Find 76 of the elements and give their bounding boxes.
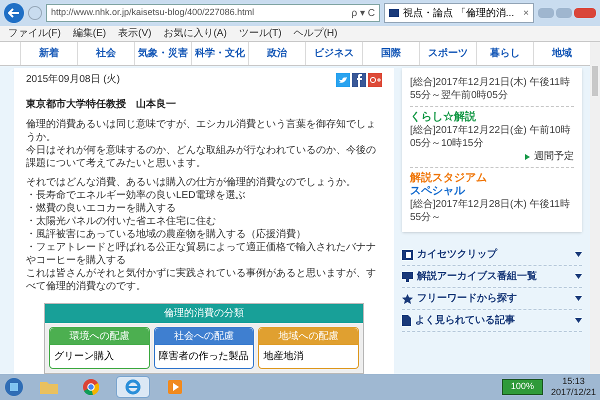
sidebar-menu-item[interactable]: フリーワードから探す [402,288,582,310]
diagram-item: 地産地消 [262,350,304,364]
monitor-icon [402,272,413,282]
maximize-button[interactable] [556,8,572,18]
scrollbar[interactable] [590,42,600,374]
nav-link[interactable]: 暮らし [476,42,533,65]
start-button[interactable] [4,377,24,397]
caret-down-icon [575,296,582,301]
sidebar-menu-item[interactable]: カイセツクリップ [402,244,582,266]
diagram-heading: 社会への配慮 [154,328,254,345]
article-text: ・フェアトレードと呼ばれる公正な貿易によって適正価格で輸入されたバナナやコーヒーを購入する [26,241,377,267]
article-text: 今日はそれが何を意味するのか、どんな取組みが行なわれているのか、今後の課題について考えてみたいと思います。 [26,144,377,170]
caret-down-icon [575,252,582,257]
program-subtitle[interactable]: スペシャル [410,185,574,198]
nav-link[interactable]: 国際 [362,42,419,65]
back-button[interactable] [4,3,24,23]
menu-item[interactable]: お気に入り(A) [163,26,227,41]
forward-button[interactable] [28,6,42,20]
article-text: それではどんな消費、あるいは購入の仕方が倫理的消費なのでしょうか。 [26,176,357,189]
menu-item[interactable]: 編集(E) [72,26,106,41]
schedule-link[interactable]: 週間予定 [534,150,574,163]
article-text: 倫理的消費あるいは同じ意味ですが、エシカル消費という言葉を御存知でしょうか。 [26,118,377,144]
scrollbar-thumb[interactable] [592,66,598,96]
article-date: 2015年09月08日 (火) [26,72,121,87]
arrow-left-icon [8,8,20,18]
article-text: ・風評被害にあっている地域の農産物を購入する（応援消費） [26,228,307,241]
program-title[interactable]: くらし☆解説 [410,111,574,124]
caret-down-icon [575,274,582,279]
nav-link[interactable]: スポーツ [419,42,476,65]
tab-title: 視点・論点 「倫理的消... [403,6,516,20]
nav-link[interactable]: 新着 [20,42,77,65]
diagram-title: 倫理的消費の分類 [45,304,363,323]
sidebar-menu-item[interactable]: 解説アーカイブス番組一覧 [402,266,582,288]
star-icon [402,294,413,304]
nav-link[interactable]: 社会 [77,42,134,65]
article-text: ・太陽光パネルの付いた省エネ住宅に住む [26,215,217,228]
broadcast-time: [総合]2017年12月21日(木) 午後11時55分～翌午前0時05分 [410,76,571,102]
browser-tab[interactable]: 視点・論点 「倫理的消... × [384,3,534,23]
nav-link[interactable]: 政治 [248,42,305,65]
film-icon [402,250,413,260]
author-name: 東京都市大学特任教授 山本良一 [26,97,177,112]
nav-link[interactable]: ビジネス [305,42,362,65]
tab-close[interactable]: × [523,6,529,20]
nav-link[interactable]: 科学・文化 [191,42,248,65]
address-controls[interactable]: ρ ▾ C [352,6,375,20]
diagram-item: 障害者の作った製品 [158,350,250,364]
diagram-item: グリーン購入 [53,350,115,364]
media-player-icon[interactable] [168,380,182,394]
triangle-right-icon [525,154,530,160]
minimize-button[interactable] [538,8,554,18]
article-text: これは皆さんがそれと気付かずに実践されている事例があると思いますが、すべて倫理的消費なのです。 [26,267,377,293]
broadcast-time: [総合]2017年12月22日(金) 午前10時05分～10時15分 [410,124,572,150]
caret-down-icon [575,318,582,323]
menu-item[interactable]: 表示(V) [118,26,152,41]
menu-item[interactable]: ファイル(F) [8,26,61,41]
sidebar-menu-item[interactable]: よく見られている記事 [402,310,582,332]
internet-explorer-icon[interactable] [125,379,141,395]
clock-date: 2017/12/21 [550,387,596,398]
article-text: ・長寿命でエネルギー効率の良いLED電球を選ぶ [26,189,246,202]
article-text: ・燃費の良いエコカーを購入する [26,202,177,215]
battery-indicator: 100% [502,379,543,395]
diagram-heading: 環境への配慮 [50,328,149,345]
close-button[interactable] [574,8,596,18]
site-icon [389,9,399,17]
clock-time: 15:13 [562,376,585,387]
menu-item[interactable]: ツール(T) [238,26,282,41]
facebook-icon[interactable] [352,72,366,86]
broadcast-time: [総合]2017年12月28日(木) 午後11時55分～ [410,198,571,224]
address-field[interactable]: http://www.nhk.or.jp/kaisetsu-blog/400/227086.html ρ ▾ C [46,4,380,22]
menu-item[interactable]: ヘルプ(H) [294,26,338,41]
google-plus-icon[interactable] [368,72,382,86]
diagram-heading: 地域への配慮 [259,328,358,345]
nav-link[interactable]: 気象・災害 [134,42,191,65]
document-icon [402,315,411,326]
chrome-icon[interactable] [83,379,99,395]
url-text: http://www.nhk.or.jp/kaisetsu-blog/400/227086.html [51,6,254,20]
